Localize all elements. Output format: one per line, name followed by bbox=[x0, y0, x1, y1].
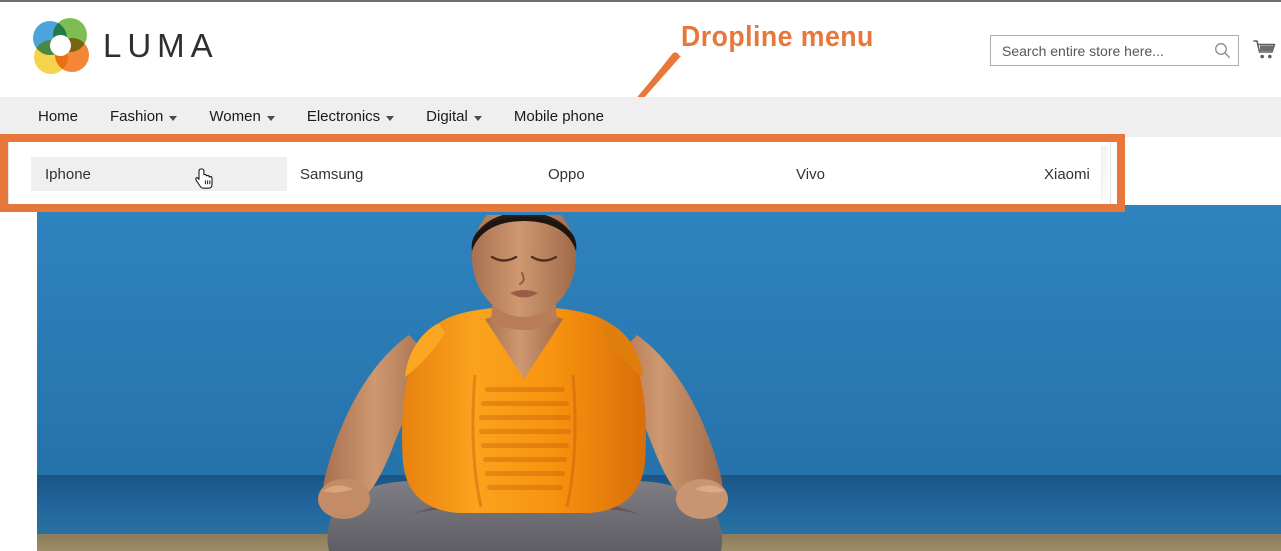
annotation-label: Dropline menu bbox=[681, 21, 874, 53]
dropline-item-oppo[interactable]: Oppo bbox=[534, 157, 599, 191]
dropline-item-label: Xiaomi bbox=[1044, 165, 1090, 183]
hero-banner[interactable] bbox=[37, 205, 1281, 551]
nav-item-label: Electronics bbox=[306, 108, 381, 125]
nav-item-label: Mobile phone bbox=[513, 108, 604, 125]
nav-item-electronics[interactable]: Electronics bbox=[291, 97, 410, 137]
dropline-item-xiaomi[interactable]: Xiaomi bbox=[1030, 157, 1104, 191]
cart-button[interactable] bbox=[1250, 35, 1280, 65]
search-button[interactable] bbox=[1206, 36, 1238, 65]
nav-item-label: Women bbox=[209, 108, 261, 125]
dropline-item-label: Iphone bbox=[45, 165, 91, 183]
hero-left-gutter bbox=[0, 205, 37, 551]
search-box[interactable] bbox=[990, 35, 1239, 66]
luma-flower-logo-icon bbox=[33, 18, 89, 74]
search-input[interactable] bbox=[991, 42, 1206, 59]
nav-item-women[interactable]: Women bbox=[193, 97, 290, 137]
dropline-scrollbar[interactable] bbox=[1101, 146, 1108, 200]
site-logo[interactable]: LUMA bbox=[33, 18, 219, 74]
chevron-down-icon bbox=[266, 115, 275, 121]
chevron-down-icon bbox=[386, 115, 395, 121]
dropline-item-samsung[interactable]: Samsung bbox=[286, 157, 377, 191]
nav-item-label: Fashion bbox=[110, 108, 164, 125]
hero-model-figure bbox=[318, 215, 728, 551]
main-navigation: Home Fashion Women Electronics Digital M… bbox=[0, 97, 1281, 137]
nav-list: Home Fashion Women Electronics Digital M… bbox=[0, 97, 1281, 137]
nav-item-digital[interactable]: Digital bbox=[410, 97, 498, 137]
logo-text: LUMA bbox=[103, 26, 219, 64]
site-header: LUMA Dropline menu bbox=[0, 2, 1281, 142]
dropline-item-iphone[interactable]: Iphone bbox=[31, 157, 287, 191]
page-root: LUMA Dropline menu bbox=[0, 0, 1281, 551]
dropline-item-label: Vivo bbox=[796, 165, 825, 183]
dropline-item-label: Samsung bbox=[300, 165, 364, 183]
chevron-down-icon bbox=[169, 115, 178, 121]
dropline-menu: Iphone Samsung Oppo Vivo Xiaomi bbox=[8, 142, 1111, 205]
nav-item-home[interactable]: Home bbox=[22, 97, 94, 137]
shopping-cart-icon bbox=[1253, 39, 1276, 58]
nav-item-fashion[interactable]: Fashion bbox=[94, 97, 193, 137]
nav-item-label: Home bbox=[38, 108, 79, 125]
dropline-items: Iphone Samsung Oppo Vivo Xiaomi bbox=[9, 142, 1110, 204]
nav-item-label: Digital bbox=[426, 108, 468, 125]
dropline-item-vivo[interactable]: Vivo bbox=[782, 157, 839, 191]
search-icon bbox=[1214, 43, 1230, 59]
chevron-down-icon bbox=[473, 115, 482, 121]
dropline-item-label: Oppo bbox=[548, 165, 585, 183]
nav-item-mobile-phone[interactable]: Mobile phone bbox=[498, 97, 620, 137]
